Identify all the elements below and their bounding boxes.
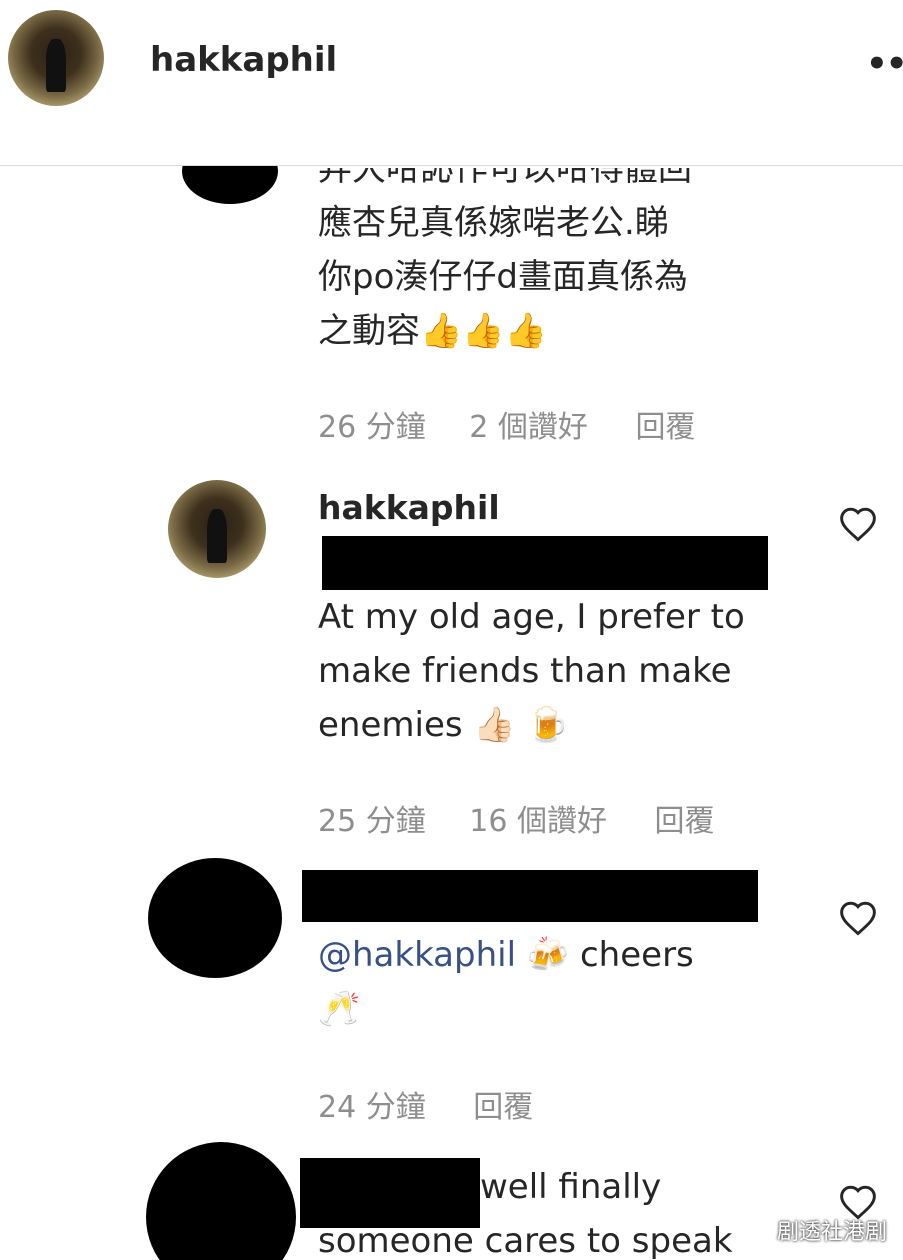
comment-username[interactable]: hakkaphil — [318, 488, 500, 527]
comment-time: 24 分鐘 — [318, 1090, 426, 1125]
comment-likes[interactable]: 2 個讚好 — [469, 402, 588, 446]
avatar[interactable] — [168, 480, 266, 578]
reply-button[interactable]: 回覆 — [473, 1082, 533, 1126]
comment-text-line: make friends than make — [318, 651, 732, 691]
redacted-avatar — [146, 1142, 296, 1260]
comment-text-line: someone cares to speak — [318, 1221, 733, 1260]
comment-likes[interactable]: 16 個讚好 — [469, 796, 607, 840]
comment-time: 26 分鐘 — [318, 410, 426, 445]
comment-text: 🍻 cheers — [526, 935, 694, 975]
comment-text-line: enemies 👍🏻 🍺 — [318, 705, 569, 745]
redacted-username — [302, 870, 758, 922]
comment-meta: 25 分鐘 16 個讚好 回覆 — [318, 796, 715, 840]
reply-button[interactable]: 回覆 — [635, 402, 695, 446]
avatar-figure — [207, 509, 227, 564]
comment-text-line: 應杏兒真係嫁啱老公.睇 — [318, 203, 669, 243]
header-username[interactable]: hakkaphil — [150, 40, 337, 80]
watermark: 剧透社港剧 — [776, 1220, 887, 1245]
comment-text-line: At my old age, I prefer to — [318, 597, 745, 637]
like-heart-icon[interactable] — [838, 900, 878, 936]
comment-text-line: @hakkaphil 🍻 cheers — [318, 928, 694, 982]
comment-meta: 26 分鐘 2 個讚好 回覆 — [318, 402, 695, 446]
post-header: hakkaphil ••• — [0, 0, 903, 166]
comment-text-line: 之動容👍👍👍 — [318, 311, 548, 351]
comment-text-line: well finally — [480, 1167, 662, 1207]
mention-link[interactable]: @hakkaphil — [318, 935, 516, 975]
comment-time: 25 分鐘 — [318, 804, 426, 839]
redacted-mention — [322, 536, 768, 590]
more-options-icon[interactable]: ••• — [866, 44, 903, 84]
comment-text-line: 你po湊仔仔d畫面真係為 — [318, 257, 688, 297]
comment-text-line: 🥂 — [318, 989, 361, 1029]
reply-button[interactable]: 回覆 — [655, 796, 715, 840]
comment-meta: 24 分鐘 回覆 — [318, 1082, 533, 1126]
redacted-avatar — [148, 858, 282, 978]
avatar[interactable] — [8, 10, 104, 106]
like-heart-icon[interactable] — [838, 506, 878, 542]
avatar-figure — [46, 38, 66, 92]
